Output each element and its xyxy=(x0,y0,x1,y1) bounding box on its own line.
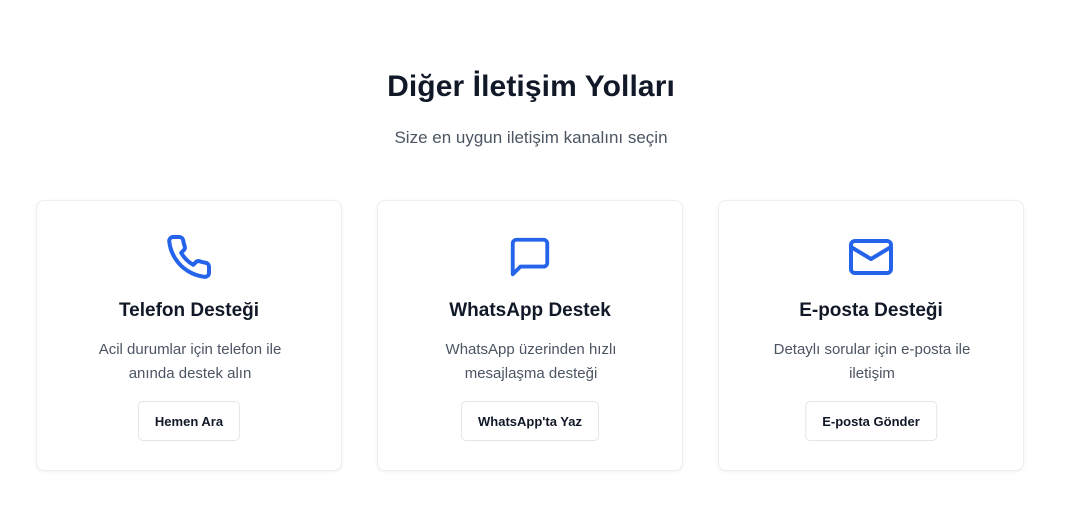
message-square-icon xyxy=(378,234,682,280)
card-description: Detaylı sorular için e-posta ile iletişi… xyxy=(773,341,971,382)
phone-icon xyxy=(37,234,341,280)
whatsapp-write-button[interactable]: WhatsApp'ta Yaz xyxy=(461,401,599,441)
mail-icon xyxy=(719,234,1023,280)
whatsapp-support-card: WhatsApp Destek WhatsApp üzerinden hızlı… xyxy=(377,200,683,471)
card-title: Telefon Desteği xyxy=(118,300,260,321)
email-support-card: E-posta Desteği Detaylı sorular için e-p… xyxy=(718,200,1024,471)
send-email-button[interactable]: E-posta Gönder xyxy=(805,401,937,441)
card-title: WhatsApp Destek xyxy=(449,300,611,321)
contact-channels-section: Diğer İletişim Yolları Size en uygun ile… xyxy=(0,0,1072,526)
call-now-button[interactable]: Hemen Ara xyxy=(137,401,241,441)
section-subtitle: Size en uygun iletişim kanalını seçin xyxy=(394,128,668,147)
card-description: Acil durumlar için telefon ile anında de… xyxy=(98,341,282,382)
card-description: WhatsApp üzerinden hızlı mesajlaşma dest… xyxy=(445,341,617,382)
phone-support-card: Telefon Desteği Acil durumlar için telef… xyxy=(36,200,342,471)
card-title: E-posta Desteği xyxy=(799,300,943,321)
section-title: Diğer İletişim Yolları xyxy=(387,70,675,103)
